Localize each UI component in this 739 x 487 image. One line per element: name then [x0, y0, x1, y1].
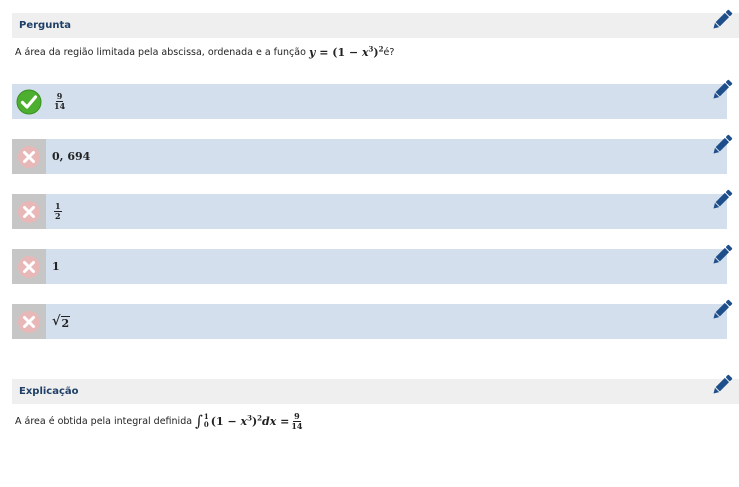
explanation-text: A área é obtida pela integral definida ∫…	[15, 408, 304, 434]
fraction-denominator: 2	[55, 211, 61, 221]
option-row[interactable]: 1	[12, 249, 727, 284]
edit-option-pencil-icon[interactable]	[709, 77, 735, 103]
fraction-denominator: 14	[291, 420, 303, 431]
option-status-box	[12, 84, 46, 119]
option-fraction: 9 14	[54, 92, 65, 111]
formula-equals: =	[276, 414, 290, 428]
question-header-title: Pergunta	[19, 20, 71, 31]
question-text-body: A área da região limitada pela abscissa,…	[15, 46, 306, 58]
explanation-fraction: 9 14	[291, 410, 303, 431]
sqrt-argument: 2	[60, 315, 71, 330]
question-text-end: é?	[383, 46, 395, 58]
option-content: 1	[52, 249, 60, 284]
edit-option-pencil-icon[interactable]	[709, 132, 735, 158]
explanation-header-title: Explicação	[19, 386, 79, 397]
integrand-open: (1 −	[210, 414, 241, 428]
integral-symbol: ∫	[195, 412, 203, 430]
checkmark-icon	[16, 89, 42, 114]
sqrt-symbol: √	[52, 313, 61, 329]
option-content: √ 2	[52, 304, 71, 339]
option-status-box	[12, 249, 46, 284]
fraction-denominator: 14	[54, 101, 66, 111]
explanation-header: Explicação	[12, 379, 739, 404]
x-mark-icon	[18, 255, 40, 278]
option-row[interactable]: 9 14	[12, 84, 727, 119]
option-row[interactable]: 0, 694	[12, 139, 727, 174]
x-mark-icon	[18, 200, 40, 223]
question-text: A área da região limitada pela abscissa,…	[15, 44, 394, 60]
question-header: Pergunta	[12, 13, 739, 38]
option-row[interactable]: √ 2	[12, 304, 727, 339]
formula-body: (1 −	[332, 45, 362, 59]
edit-option-pencil-icon[interactable]	[709, 187, 735, 213]
formula-eq: =	[315, 45, 333, 59]
option-content: 9 14	[52, 84, 67, 119]
option-fraction: 12	[54, 202, 62, 221]
integrand-dx: dx	[262, 414, 277, 428]
x-mark-icon	[18, 145, 40, 168]
question-formula: y = (1 − x3)2	[309, 45, 384, 59]
edit-explanation-pencil-icon[interactable]	[709, 372, 735, 398]
edit-option-pencil-icon[interactable]	[709, 297, 735, 323]
fraction-numerator: 9	[293, 410, 301, 422]
option-sqrt: √ 2	[52, 313, 71, 330]
option-value: 1	[52, 260, 60, 273]
explanation-text-body: A área é obtida pela integral definida	[15, 415, 193, 427]
lower-limit: 0	[203, 420, 209, 429]
option-content: 0, 694	[52, 139, 90, 174]
edit-question-pencil-icon[interactable]	[709, 7, 735, 33]
option-content: 12	[52, 194, 64, 229]
option-status-box	[12, 139, 46, 174]
option-value: 0, 694	[52, 150, 91, 163]
option-row[interactable]: 12	[12, 194, 727, 229]
option-status-box	[12, 194, 46, 229]
integral-limits: 10	[204, 413, 209, 429]
edit-option-pencil-icon[interactable]	[709, 242, 735, 268]
explanation-formula: (1 − x3)2dx =	[210, 414, 290, 428]
option-status-box	[12, 304, 46, 339]
x-mark-icon	[18, 310, 40, 333]
